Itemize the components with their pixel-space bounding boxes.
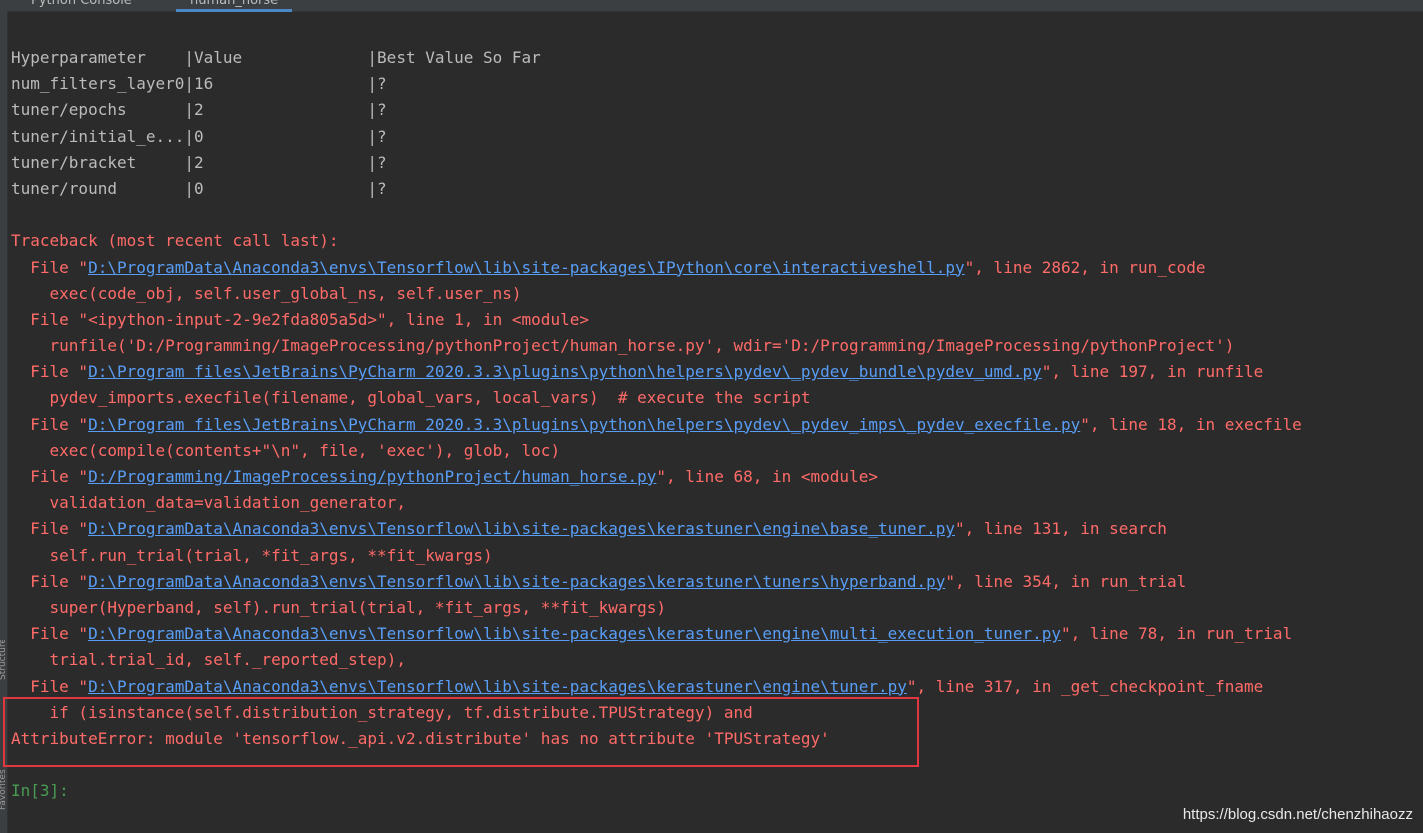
traceback-code: self.run_trial(trial, *fit_args, **fit_k… — [11, 545, 493, 565]
table-row: tuner/bracket |2 |? — [11, 152, 387, 172]
tab-python-console[interactable]: Python Console — [31, 0, 132, 9]
table-header: Hyperparameter |Value |Best Value So Far — [11, 48, 541, 67]
structure-tool-tab[interactable]: Structure — [0, 640, 8, 680]
table-row: tuner/initial_e...|0 |? — [11, 126, 387, 146]
tab-human-horse[interactable]: human_horse — [176, 0, 293, 12]
file-link[interactable]: D:\Program files\JetBrains\PyCharm 2020.… — [88, 362, 1042, 381]
traceback-code: super(Hyperband, self).run_trial(trial, … — [11, 597, 667, 617]
console-output[interactable]: Hyperparameter |Value |Best Value So Far… — [11, 45, 1411, 804]
traceback-frame: File "D:\ProgramData\Anaconda3\envs\Tens… — [11, 519, 1167, 539]
file-link[interactable]: D:\ProgramData\Anaconda3\envs\Tensorflow… — [88, 519, 955, 538]
traceback-frame: File "D:\Program files\JetBrains\PyCharm… — [11, 414, 1302, 434]
traceback-frame: File "D:\ProgramData\Anaconda3\envs\Tens… — [11, 624, 1293, 644]
traceback-frame: File "D:\ProgramData\Anaconda3\envs\Tens… — [11, 257, 1206, 277]
traceback-code: runfile('D:/Programming/ImageProcessing/… — [11, 336, 1235, 356]
traceback-code: pydev_imports.execfile(filename, global_… — [11, 388, 811, 408]
console-prompt[interactable]: In[3]: — [11, 778, 1411, 804]
traceback-frame: File "D:\ProgramData\Anaconda3\envs\Tens… — [11, 571, 1187, 591]
console-tab-bar: Python Console human_horse — [7, 0, 1423, 12]
table-row: tuner/epochs |2 |? — [11, 100, 387, 120]
favorites-tool-tab[interactable]: Favorites — [0, 770, 8, 810]
traceback-frame: File "D:\ProgramData\Anaconda3\envs\Tens… — [11, 676, 1264, 696]
traceback-frame: File "D:/Programming/ImageProcessing/pyt… — [11, 467, 878, 486]
traceback-frame: File "D:\Program files\JetBrains\PyCharm… — [11, 362, 1264, 382]
file-link[interactable]: D:\ProgramData\Anaconda3\envs\Tensorflow… — [88, 677, 907, 696]
traceback-frame: File "<ipython-input-2-9e2fda805a5d>", l… — [11, 309, 589, 329]
file-link[interactable]: D:\ProgramData\Anaconda3\envs\Tensorflow… — [88, 258, 965, 277]
file-link[interactable]: D:/Programming/ImageProcessing/pythonPro… — [88, 467, 656, 486]
error-highlight-box — [3, 697, 919, 767]
traceback-header: Traceback (most recent call last): — [11, 231, 339, 251]
traceback-code: trial.trial_id, self._reported_step), — [11, 650, 406, 670]
watermark: https://blog.csdn.net/chenzhihaozz — [1182, 806, 1413, 823]
file-link[interactable]: D:\ProgramData\Anaconda3\envs\Tensorflow… — [88, 624, 1061, 643]
file-link[interactable]: D:\Program files\JetBrains\PyCharm 2020.… — [88, 415, 1080, 434]
table-row: num_filters_layer0|16 |? — [11, 74, 387, 94]
traceback-code: exec(compile(contents+"\n", file, 'exec'… — [11, 440, 561, 460]
table-row: tuner/round |0 |? — [11, 178, 387, 198]
traceback-code: exec(code_obj, self.user_global_ns, self… — [11, 283, 522, 303]
file-link[interactable]: D:\ProgramData\Anaconda3\envs\Tensorflow… — [88, 572, 945, 591]
traceback-code: validation_data=validation_generator, — [11, 493, 406, 513]
